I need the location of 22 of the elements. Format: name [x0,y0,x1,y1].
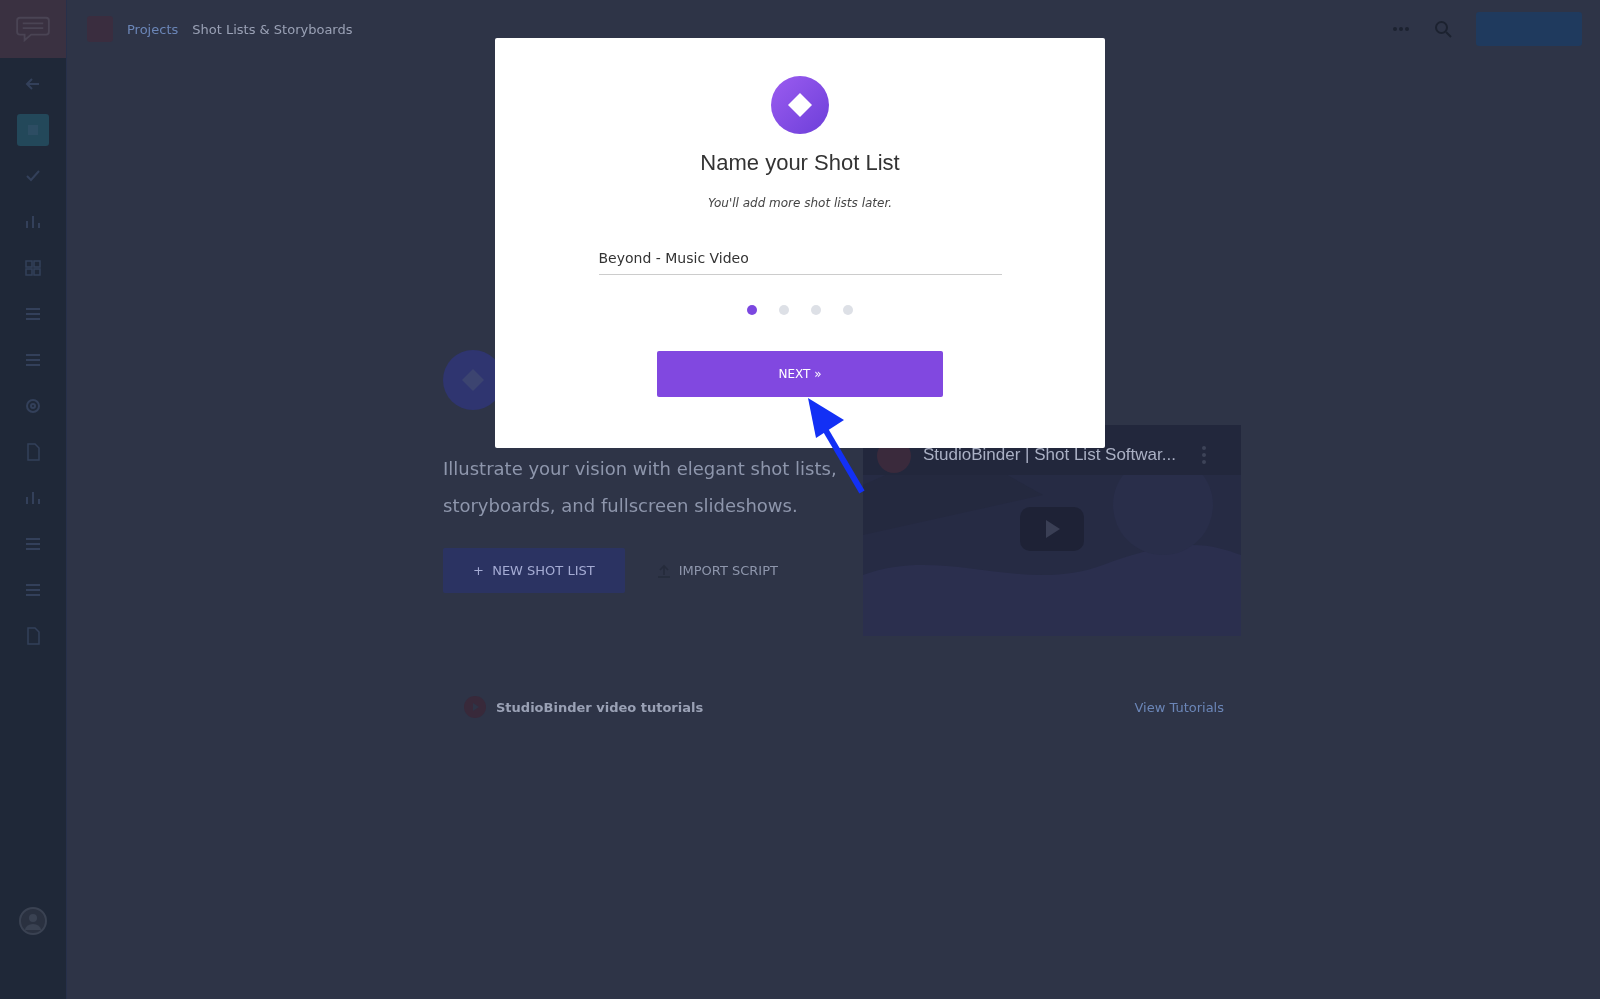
logo-tile[interactable] [0,0,66,58]
step-dot[interactable] [779,305,789,315]
new-shot-list-button[interactable]: + NEW SHOT LIST [443,548,625,593]
modal-title: Name your Shot List [700,150,900,176]
view-tutorials-link[interactable]: View Tutorials [1134,699,1224,715]
play-button-icon[interactable] [1020,507,1084,551]
diamond-logo-icon [771,76,829,134]
step-dot[interactable] [747,305,757,315]
search-icon[interactable] [1434,20,1452,38]
tutorials-text: StudioBinder video tutorials [496,699,704,715]
next-button[interactable]: NEXT » [657,351,943,397]
step-dot[interactable] [843,305,853,315]
breadcrumb-current: Shot Lists & Storyboards [192,21,353,37]
kebab-menu-icon[interactable] [1201,445,1207,465]
import-script-link[interactable]: IMPORT SCRIPT [678,563,778,578]
avatar-icon[interactable] [19,907,47,935]
intro-text: Illustrate your vision with elegant shot lists, storyboards, and fullscreen slideshows. [443,457,838,518]
modal-subtitle: You'll add more shot lists later. [707,196,893,210]
grid-icon [23,258,43,278]
breadcrumb-link[interactable]: Projects [127,21,179,37]
step-dot[interactable] [811,305,821,315]
nav-item[interactable] [17,114,49,146]
